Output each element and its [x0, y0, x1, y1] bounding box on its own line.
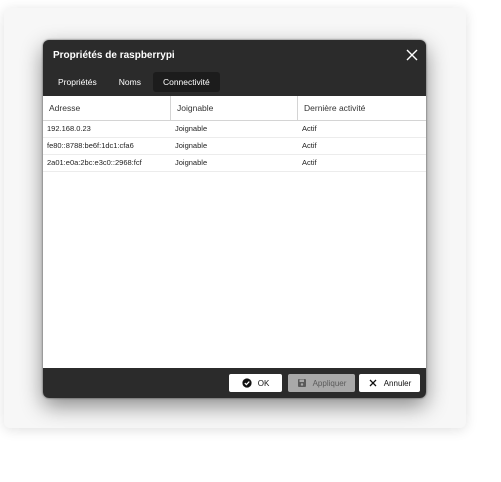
- cancel-button[interactable]: Annuler: [359, 374, 420, 392]
- check-circle-icon: [242, 378, 252, 388]
- close-icon[interactable]: [404, 47, 420, 63]
- tab-proprietes[interactable]: Propriétés: [48, 72, 107, 92]
- cell-last-activity: Actif: [302, 124, 317, 133]
- properties-dialog: Propriétés de raspberrypi Propriétés Nom…: [43, 40, 426, 398]
- dialog-title: Propriétés de raspberrypi: [53, 50, 175, 61]
- table-row[interactable]: 192.168.0.23 Joignable Actif: [43, 121, 426, 138]
- column-header-joignable[interactable]: Joignable: [171, 96, 298, 120]
- ok-label: OK: [257, 378, 270, 388]
- apply-button[interactable]: Appliquer: [288, 374, 355, 392]
- dialog-footer: OK Appliquer Annuler: [43, 368, 426, 398]
- cancel-label: Annuler: [383, 378, 412, 388]
- cell-address: 192.168.0.23: [47, 124, 91, 133]
- cell-address: fe80::8788:be6f:1dc1:cfa6: [47, 141, 134, 150]
- apply-label: Appliquer: [312, 378, 347, 388]
- x-icon: [368, 378, 378, 388]
- cell-last-activity: Actif: [302, 141, 317, 150]
- connectivity-panel: Adresse Joignable Dernière activité 192.…: [43, 96, 426, 398]
- table-row[interactable]: fe80::8788:be6f:1dc1:cfa6 Joignable Acti…: [43, 138, 426, 155]
- cell-reachable: Joignable: [175, 141, 208, 150]
- ok-button[interactable]: OK: [229, 374, 282, 392]
- title-bar: Propriétés de raspberrypi: [43, 40, 426, 72]
- cell-reachable: Joignable: [175, 124, 208, 133]
- tab-noms[interactable]: Noms: [109, 72, 151, 92]
- cell-reachable: Joignable: [175, 158, 208, 167]
- save-icon: [297, 378, 307, 388]
- cell-last-activity: Actif: [302, 158, 317, 167]
- cell-address: 2a01:e0a:2bc:e3c0::2968:fcf: [47, 158, 142, 167]
- table-body: 192.168.0.23 Joignable Actif fe80::8788:…: [43, 121, 426, 172]
- column-header-derniere-activite[interactable]: Dernière activité: [298, 96, 426, 120]
- table-header: Adresse Joignable Dernière activité: [43, 96, 426, 121]
- tab-bar: Propriétés Noms Connectivité: [48, 72, 220, 92]
- table-row[interactable]: 2a01:e0a:2bc:e3c0::2968:fcf Joignable Ac…: [43, 155, 426, 172]
- tab-connectivite[interactable]: Connectivité: [152, 72, 220, 92]
- column-header-adresse[interactable]: Adresse: [43, 96, 171, 120]
